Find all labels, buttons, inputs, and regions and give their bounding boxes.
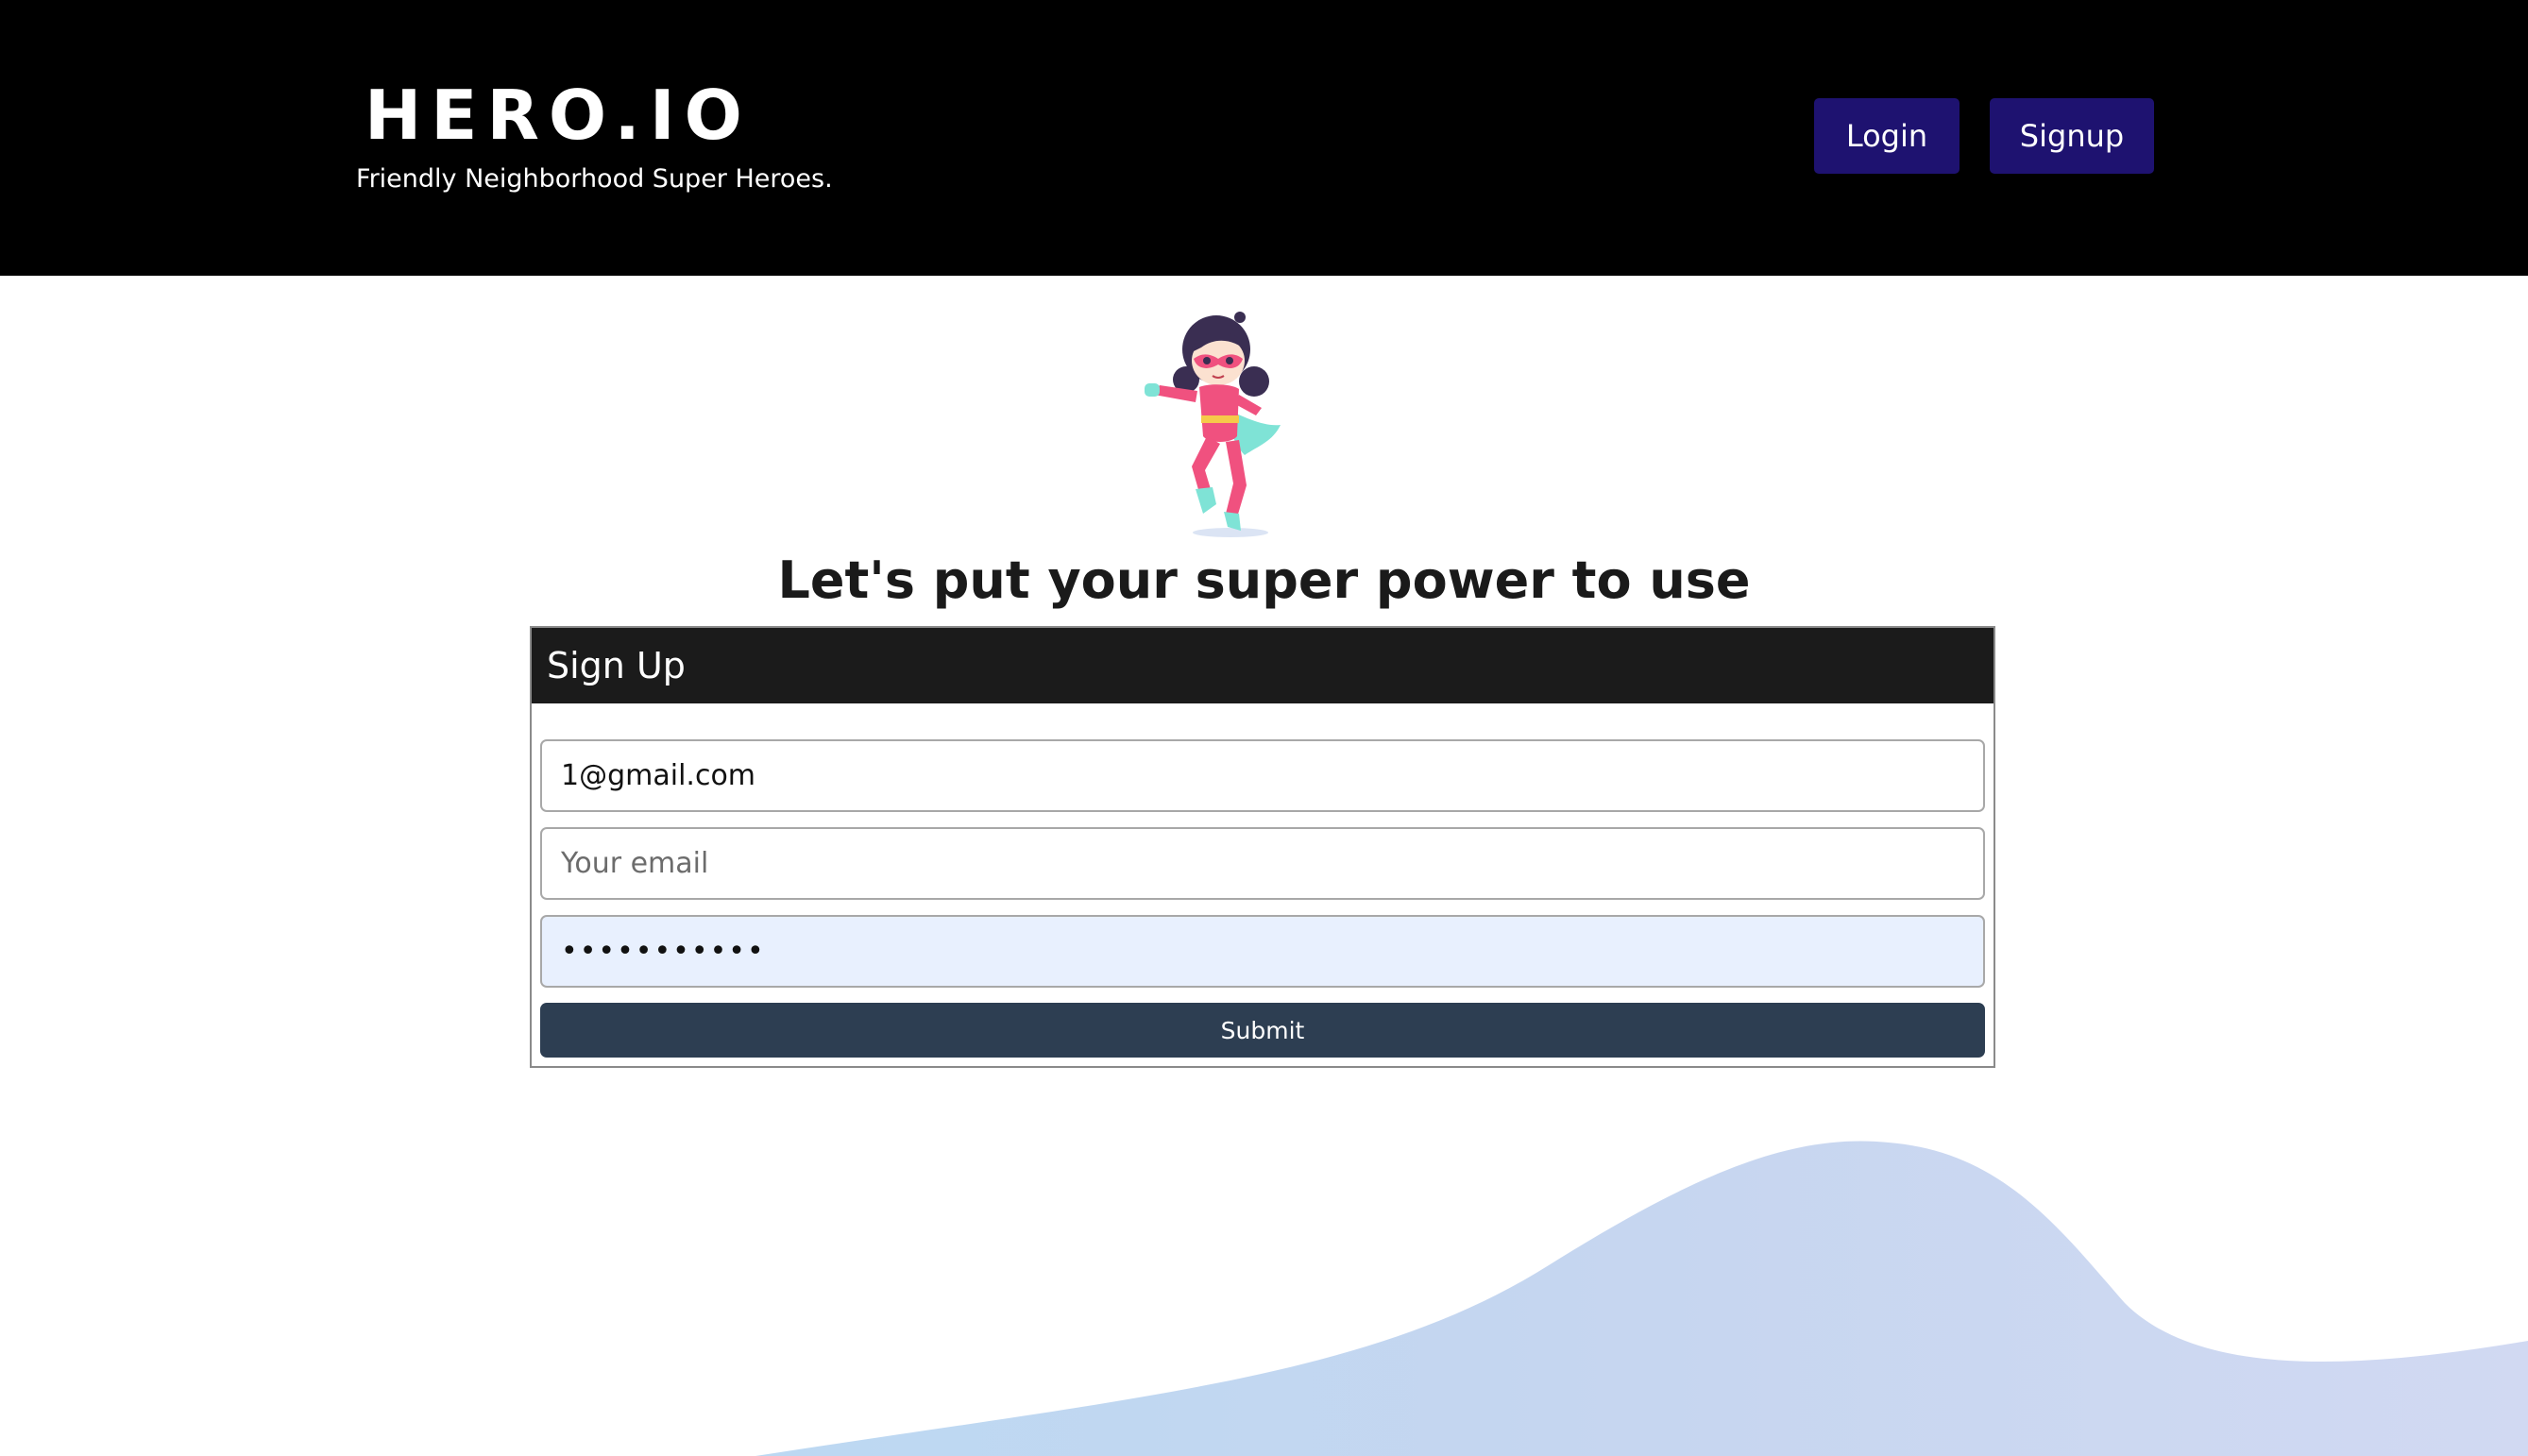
password-field[interactable] bbox=[540, 915, 1985, 988]
login-button[interactable]: Login bbox=[1814, 98, 1960, 174]
signup-form-card: Sign Up Submit bbox=[530, 626, 1995, 1068]
email-field[interactable] bbox=[540, 827, 1985, 900]
top-header: HERO.IO Friendly Neighborhood Super Hero… bbox=[0, 0, 2528, 276]
name-field[interactable] bbox=[540, 739, 1985, 812]
decorative-wave bbox=[755, 1141, 2528, 1456]
brand-tagline: Friendly Neighborhood Super Heroes. bbox=[356, 164, 833, 194]
superhero-illustration-icon bbox=[1145, 312, 1281, 537]
signup-button[interactable]: Signup bbox=[1990, 98, 2154, 174]
brand-logo[interactable]: HERO.IO bbox=[365, 77, 752, 153]
signup-form-title: Sign Up bbox=[532, 628, 1994, 703]
page-title: Let's put your super power to use bbox=[777, 550, 1751, 610]
submit-button[interactable]: Submit bbox=[540, 1003, 1985, 1058]
